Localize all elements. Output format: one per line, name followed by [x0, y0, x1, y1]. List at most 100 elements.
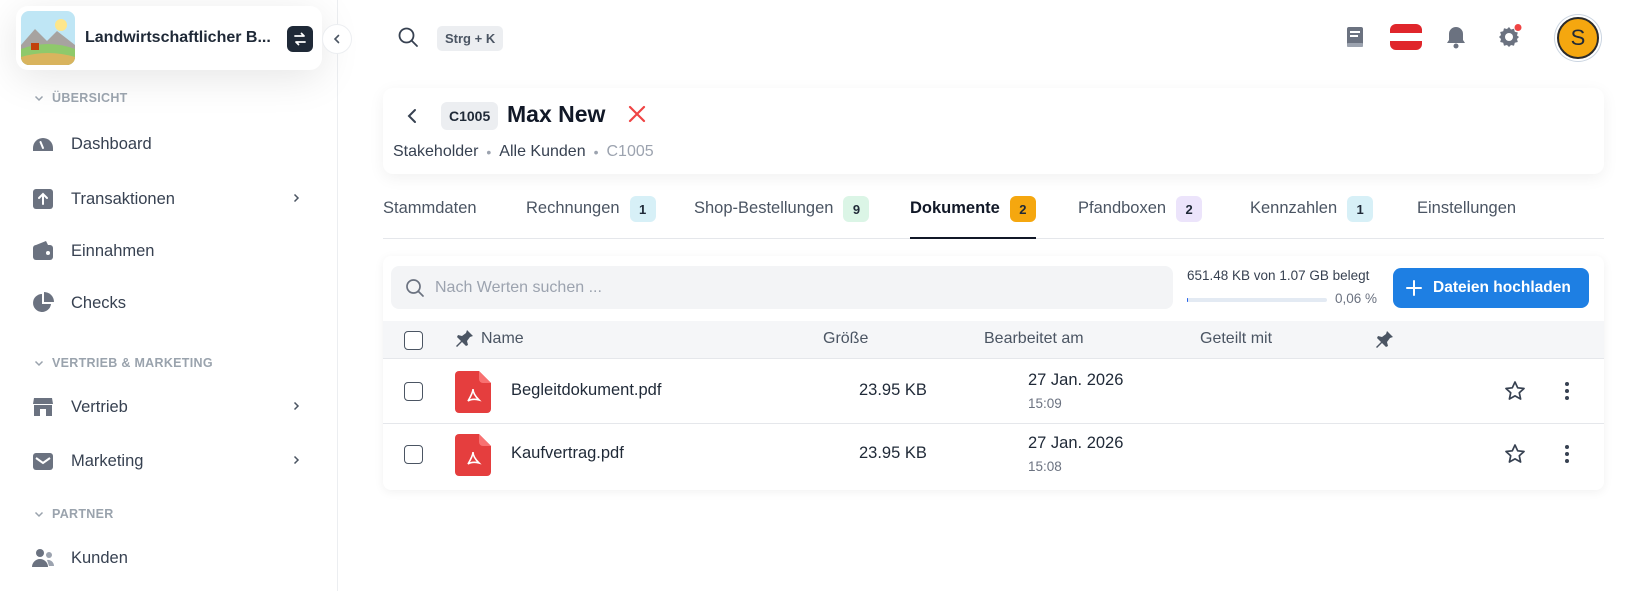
chevron-down-icon	[34, 95, 44, 102]
count-badge: 2	[1009, 196, 1036, 222]
section-vertrieb-marketing[interactable]: VERTRIEB & MARKETING	[34, 356, 213, 370]
documentation-button[interactable]	[1340, 22, 1370, 52]
tab-einstellungen[interactable]: Einstellungen	[1417, 192, 1516, 239]
count-badge: 1	[1347, 196, 1374, 222]
notification-dot	[1514, 24, 1522, 31]
chevron-down-icon	[34, 511, 44, 518]
star-icon[interactable]	[1504, 443, 1526, 465]
tab-label: Rechnungen	[526, 199, 620, 217]
sidebar-item-label: Marketing	[71, 451, 144, 470]
pin-column-icon[interactable]	[1376, 330, 1394, 350]
close-icon	[628, 105, 646, 123]
sidebar-item-checks[interactable]: Checks	[30, 286, 312, 320]
sidebar-item-marketing[interactable]: Marketing	[30, 444, 312, 478]
section-title: ÜBERSICHT	[52, 91, 128, 105]
tab-label: Dokumente	[910, 199, 1000, 217]
workspace-switcher[interactable]: Landwirtschaftlicher B...	[16, 6, 322, 70]
column-name[interactable]: Name	[481, 330, 524, 348]
table-row[interactable]: Kaufvertrag.pdf 23.95 KB 27 Jan. 2026 15…	[383, 423, 1604, 487]
storage-progress-fill	[1187, 298, 1188, 302]
tab-stammdaten[interactable]: Stammdaten	[383, 192, 477, 239]
breadcrumb-alle-kunden[interactable]: Alle Kunden	[499, 143, 585, 161]
storage-progress-bar	[1187, 298, 1327, 302]
sidebar-item-label: Kunden	[71, 548, 128, 567]
sidebar-item-transaktionen[interactable]: Transaktionen	[30, 182, 312, 216]
edited-date: 27 Jan. 2026	[1028, 371, 1124, 389]
back-button[interactable]	[403, 106, 423, 131]
edited-date: 27 Jan. 2026	[1028, 434, 1124, 452]
sidebar-item-kunden[interactable]: Kunden	[30, 541, 312, 575]
row-checkbox[interactable]	[404, 445, 423, 464]
more-vertical-icon[interactable]	[1556, 380, 1578, 402]
tab-rechnungen[interactable]: Rechnungen 1	[526, 192, 656, 239]
star-icon[interactable]	[1504, 380, 1526, 402]
breadcrumb-separator: •	[486, 144, 492, 160]
more-vertical-icon[interactable]	[1556, 443, 1578, 465]
search-shortcut-hint: Strg + K	[437, 26, 504, 51]
table-header: Name Größe Bearbeitet am Geteilt mit	[383, 321, 1604, 359]
document-search[interactable]	[391, 266, 1173, 309]
sidebar-item-vertrieb[interactable]: Vertrieb	[30, 390, 312, 424]
breadcrumb: Stakeholder • Alle Kunden • C1005	[393, 143, 654, 161]
sidebar-item-label: Checks	[71, 293, 127, 312]
section-uebersicht[interactable]: ÜBERSICHT	[34, 91, 128, 105]
search-icon	[398, 27, 418, 47]
customer-tabs: Stammdaten Rechnungen 1 Shop-Bestellunge…	[383, 192, 1604, 239]
tab-pfandboxen[interactable]: Pfandboxen 2	[1078, 192, 1203, 239]
document-search-input[interactable]	[435, 278, 1135, 297]
book-icon	[1347, 27, 1363, 47]
file-name[interactable]: Begleitdokument.pdf	[511, 381, 661, 400]
language-switcher[interactable]	[1389, 22, 1423, 52]
gear-icon	[1499, 24, 1522, 47]
table-row[interactable]: Begleitdokument.pdf 23.95 KB 27 Jan. 202…	[383, 360, 1604, 424]
user-avatar[interactable]: S	[1557, 17, 1599, 59]
chevron-left-icon	[407, 109, 416, 123]
sidebar-item-dashboard[interactable]: Dashboard	[30, 127, 312, 161]
tab-shop-bestellungen[interactable]: Shop-Bestellungen 9	[694, 192, 870, 239]
sidebar-item-einnahmen[interactable]: Einnahmen	[30, 234, 312, 268]
notifications-button[interactable]	[1441, 22, 1471, 52]
column-edited[interactable]: Bearbeitet am	[984, 330, 1084, 348]
edited-time: 15:09	[1028, 396, 1062, 411]
close-button[interactable]	[627, 104, 647, 129]
customer-id-badge: C1005	[441, 102, 499, 130]
customer-name: Max New	[507, 101, 606, 127]
documents-panel: 651.48 KB von 1.07 GB belegt 0,06 % Date…	[383, 256, 1604, 490]
sidebar: Landwirtschaftlicher B... ÜBERSICHT Dash…	[0, 0, 352, 591]
chevron-down-icon	[34, 360, 44, 367]
pdf-file-icon	[455, 371, 491, 413]
upload-files-button[interactable]: Dateien hochladen	[1393, 268, 1589, 308]
workspace-name: Landwirtschaftlicher B...	[85, 29, 271, 46]
breadcrumb-separator: •	[593, 144, 599, 160]
edited-time: 15:08	[1028, 459, 1062, 474]
sidebar-item-label: Transaktionen	[71, 189, 175, 208]
breadcrumb-stakeholder[interactable]: Stakeholder	[393, 143, 478, 161]
row-checkbox[interactable]	[404, 382, 423, 401]
chevron-left-icon	[333, 34, 340, 44]
pdf-file-icon	[455, 434, 491, 476]
search-icon	[406, 278, 424, 297]
breadcrumb-current: C1005	[606, 143, 654, 160]
tab-label: Pfandboxen	[1078, 199, 1167, 217]
tab-kennzahlen[interactable]: Kennzahlen 1	[1250, 192, 1374, 239]
switch-workspace-button[interactable]	[287, 26, 313, 52]
chevron-right-icon	[293, 193, 300, 203]
pin-icon	[456, 330, 473, 347]
file-size: 23.95 KB	[859, 444, 927, 462]
settings-button[interactable]	[1494, 22, 1524, 52]
global-search-button[interactable]	[397, 26, 419, 53]
collapse-sidebar-button[interactable]	[322, 24, 352, 54]
column-shared[interactable]: Geteilt mit	[1200, 330, 1272, 348]
tab-dokumente[interactable]: Dokumente 2	[910, 192, 1036, 239]
section-partner[interactable]: PARTNER	[34, 507, 114, 521]
section-title: PARTNER	[52, 507, 114, 521]
tab-label: Einstellungen	[1417, 199, 1517, 217]
select-all-checkbox[interactable]	[404, 331, 423, 350]
section-title: VERTRIEB & MARKETING	[52, 356, 213, 370]
tab-label: Kennzahlen	[1250, 199, 1338, 217]
file-name[interactable]: Kaufvertrag.pdf	[511, 444, 624, 463]
transfer-icon	[30, 186, 56, 212]
wallet-icon	[30, 238, 56, 264]
bell-icon	[1447, 27, 1465, 49]
column-size[interactable]: Größe	[823, 330, 868, 348]
